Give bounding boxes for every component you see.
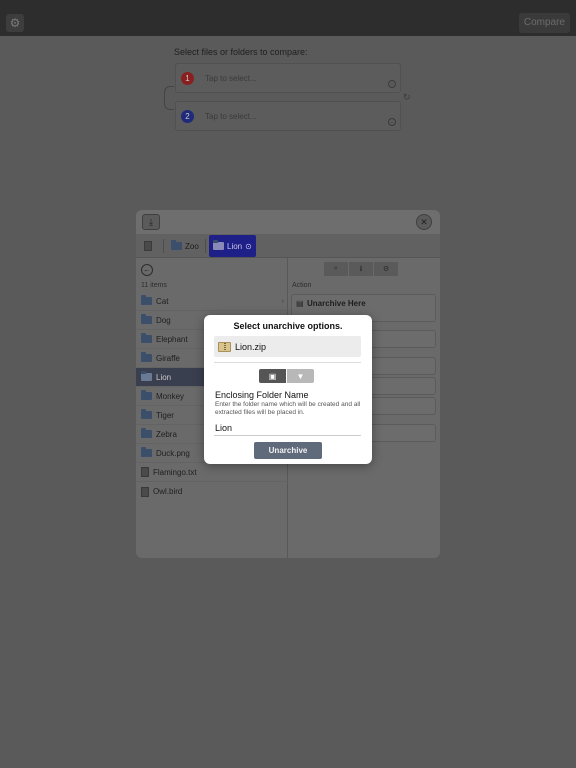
chevron-right-icon: › xyxy=(281,297,284,305)
field-help-text: Enter the folder name which will be crea… xyxy=(215,401,361,416)
slot-placeholder: Tap to select... xyxy=(205,74,257,83)
top-bar: ⚙ Compare xyxy=(0,0,576,36)
unarchive-button[interactable]: Unarchive xyxy=(254,442,322,459)
compare-prompt: Select files or folders to compare: xyxy=(174,47,308,57)
compare-button[interactable]: Compare xyxy=(518,13,570,33)
device-icon xyxy=(144,241,152,251)
download-button[interactable]: ⤓ xyxy=(142,214,160,230)
breadcrumb-item-lion[interactable]: Lion ⊙ xyxy=(209,235,256,257)
item-name: Flamingo.txt xyxy=(153,467,197,477)
slot-number-badge: 1 xyxy=(181,72,194,85)
gear-icon: ⚙ xyxy=(374,262,398,276)
destination-mode-control: ▣ ▼ xyxy=(259,369,314,383)
dialog-title: Select unarchive options. xyxy=(233,321,343,331)
archive-file-row: Lion.zip xyxy=(214,336,361,357)
check-circle-icon: ⊙ xyxy=(245,241,252,251)
back-button[interactable]: ← xyxy=(141,264,153,276)
close-icon: ✕ xyxy=(420,216,428,227)
archive-icon: ▤ xyxy=(296,299,304,308)
search-icon: ⌕ xyxy=(324,262,348,276)
breadcrumb-label: Lion xyxy=(227,241,243,251)
folder-icon xyxy=(141,390,152,400)
zip-archive-icon xyxy=(218,341,231,352)
item-name: Owl.bird xyxy=(153,487,183,496)
folder-icon xyxy=(141,295,152,305)
breadcrumb-separator xyxy=(163,239,164,253)
text-file-icon xyxy=(141,467,149,477)
mode-filter[interactable]: ▼ xyxy=(287,369,314,383)
archive-file-name: Lion.zip xyxy=(235,341,267,352)
item-name: Giraffe xyxy=(156,353,180,363)
field-label: Enclosing Folder Name xyxy=(215,390,309,400)
breadcrumb-separator xyxy=(205,239,206,253)
tab-info[interactable]: ℹ xyxy=(349,262,373,276)
compare-slot-1[interactable]: 1 Tap to select... ⌄ xyxy=(175,63,401,93)
breadcrumb-item-zoo[interactable]: Zoo xyxy=(171,237,199,255)
filter-icon: ▼ xyxy=(296,371,305,381)
action-title: Unarchive Here xyxy=(307,299,366,308)
file-icon xyxy=(141,486,149,497)
item-name: Lion xyxy=(156,372,172,382)
slot-number-badge: 2 xyxy=(181,110,194,123)
list-item[interactable]: Cat › xyxy=(136,292,288,311)
slot-placeholder: Tap to select... xyxy=(205,112,257,121)
compare-slot-2[interactable]: 2 Tap to select... ⌄ xyxy=(175,101,401,131)
folder-icon xyxy=(141,314,152,324)
folder-icon xyxy=(141,333,152,343)
folder-name-input[interactable] xyxy=(214,421,361,436)
panel-toolbar: ⤓ ✕ xyxy=(136,210,440,234)
image-file-icon xyxy=(141,447,152,457)
link-bracket xyxy=(164,86,174,110)
folder-icon xyxy=(141,371,152,381)
info-icon: ℹ xyxy=(349,262,373,276)
folder-plus-icon: ▣ xyxy=(268,371,277,381)
divider xyxy=(214,362,361,363)
folder-icon xyxy=(141,428,152,438)
chevron-down-icon: ⌄ xyxy=(388,118,396,126)
settings-button[interactable]: ⚙ xyxy=(6,14,24,32)
chevron-down-icon: ⌄ xyxy=(388,80,396,88)
swap-icon[interactable]: ↻ xyxy=(403,92,411,103)
breadcrumb: Zoo Lion ⊙ xyxy=(136,234,440,258)
tab-search[interactable]: ⌕ xyxy=(324,262,348,276)
item-name: Duck.png xyxy=(156,448,190,458)
folder-icon xyxy=(141,409,152,419)
unarchive-options-dialog: Select unarchive options. Lion.zip ▣ ▼ E… xyxy=(204,315,372,464)
gear-icon: ⚙ xyxy=(9,16,21,30)
mode-new-folder[interactable]: ▣ xyxy=(259,369,286,383)
tab-actions[interactable]: ⚙ xyxy=(374,262,398,276)
close-button[interactable]: ✕ xyxy=(416,214,432,230)
list-item[interactable]: Owl.bird xyxy=(136,482,288,501)
details-segmented-control: ⌕ ℹ ⚙ xyxy=(324,262,398,276)
folder-icon xyxy=(171,240,182,250)
item-name: Tiger xyxy=(156,410,174,420)
item-name: Cat xyxy=(156,296,169,306)
item-count: 11 items xyxy=(141,282,167,289)
list-item[interactable]: Flamingo.txt xyxy=(136,463,288,482)
breadcrumb-root[interactable] xyxy=(144,237,152,255)
arrow-left-icon: ← xyxy=(143,265,151,274)
download-icon: ⤓ xyxy=(149,216,153,227)
action-section-label: Action xyxy=(292,282,312,289)
item-name: Monkey xyxy=(156,391,185,401)
folder-icon xyxy=(141,352,152,362)
folder-icon xyxy=(213,240,224,250)
item-name: Dog xyxy=(156,315,171,325)
breadcrumb-label: Zoo xyxy=(185,241,199,251)
item-name: Zebra xyxy=(156,429,177,439)
item-name: Elephant xyxy=(156,334,188,344)
